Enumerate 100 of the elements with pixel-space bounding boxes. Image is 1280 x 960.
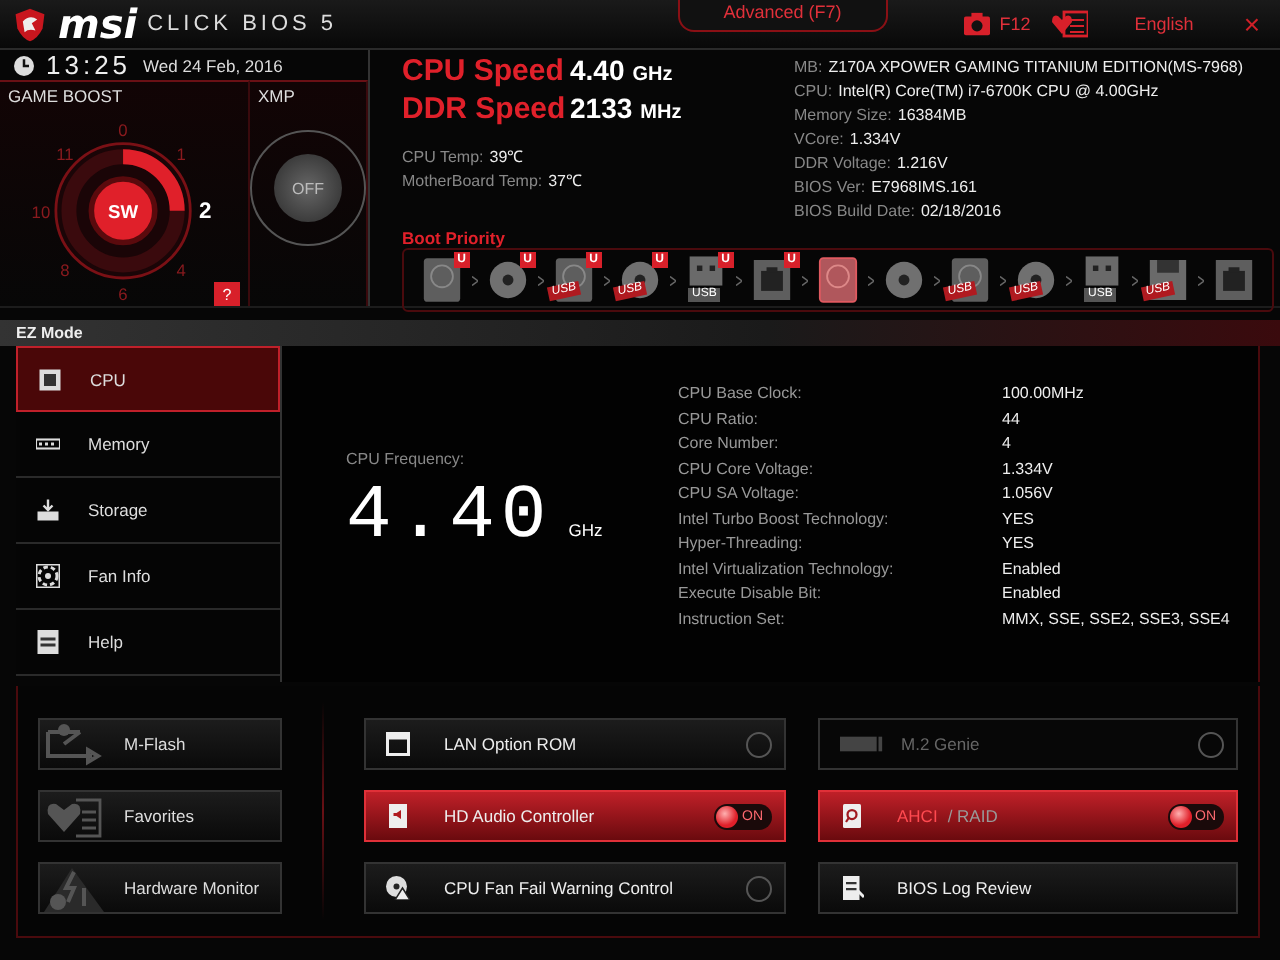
- info-label: MB:: [794, 56, 823, 80]
- dragon-shield-icon: [12, 5, 48, 43]
- chevron-icon: [1132, 275, 1138, 285]
- storage-icon: [36, 498, 60, 522]
- detail-value: 1.056V: [1002, 482, 1055, 506]
- detail-label: Core Number:: [678, 432, 781, 456]
- feature-label: HD Audio Controller: [444, 806, 595, 826]
- speed-unit: MHz: [640, 100, 682, 128]
- speed-value: 4.40: [570, 54, 625, 88]
- product-name: CLICK BIOS 5: [147, 12, 338, 36]
- feature-tile[interactable]: CPU Fan Fail Warning Control: [364, 862, 785, 914]
- disk-search-icon: [839, 804, 863, 828]
- chevron-icon: [1000, 275, 1006, 285]
- detail-label: CPU SA Voltage:: [678, 482, 801, 506]
- chevron-icon: [1198, 275, 1204, 285]
- info-value: Intel(R) Core(TM) i7-6700K CPU @ 4.00GHz: [838, 80, 1159, 104]
- feature-tile[interactable]: LAN Option ROM: [364, 718, 785, 770]
- brand-logo: msi: [58, 4, 138, 44]
- feature-label: CPU Fan Fail Warning Control: [444, 878, 673, 898]
- chevron-icon: [868, 275, 874, 285]
- sidebar-item[interactable]: CPU: [16, 346, 280, 412]
- network-port-icon[interactable]: [752, 256, 792, 304]
- detail-value: 1.334V: [1002, 457, 1055, 481]
- temp-label: MotherBoard Temp:: [402, 170, 543, 194]
- chevron-icon: [604, 275, 610, 285]
- memory-stick-icon: [36, 432, 60, 456]
- help-button[interactable]: ?: [214, 282, 240, 306]
- feature-tile[interactable]: BIOS Log Review: [817, 862, 1238, 914]
- detail-value: Enabled: [1002, 557, 1063, 581]
- detail-value: YES: [1002, 507, 1037, 531]
- info-value: 1.334V: [849, 128, 901, 152]
- toggle-switch[interactable]: [745, 731, 771, 757]
- panel-title: XMP: [256, 84, 297, 110]
- info-label: VCore:: [794, 128, 844, 152]
- network-port-icon: [386, 732, 410, 756]
- hard-drive-icon[interactable]: [818, 256, 858, 304]
- frequency-unit: GHz: [568, 520, 603, 540]
- info-label: Memory Size:: [794, 104, 892, 128]
- screenshot-key[interactable]: F12: [999, 14, 1031, 34]
- speaker-card-icon: [386, 804, 410, 828]
- info-value: 1.216V: [896, 152, 948, 176]
- chevron-icon: [802, 275, 808, 285]
- chevron-icon: [538, 275, 544, 285]
- speed-label: CPU Speed: [402, 54, 562, 88]
- feature-label-suffix: / RAID: [947, 806, 998, 826]
- detail-label: CPU Ratio:: [678, 407, 761, 431]
- boot-priority-title: Boot Priority: [402, 228, 507, 248]
- feature-label: BIOS Log Review: [897, 878, 1032, 898]
- frequency-label: CPU Frequency:: [346, 450, 467, 468]
- detail-label: CPU Base Clock:: [678, 382, 804, 406]
- camera-icon[interactable]: [963, 12, 990, 36]
- feature-label: M.2 Genie: [901, 734, 980, 754]
- dial-mark[interactable]: 2: [198, 200, 212, 225]
- info-label: BIOS Ver:: [794, 176, 866, 200]
- usb-key-icon[interactable]: [1082, 256, 1122, 286]
- close-button[interactable]: ×: [1235, 8, 1268, 40]
- fan-icon: [36, 564, 60, 588]
- info-value: 16384MB: [897, 104, 967, 128]
- clock-date: Wed 24 Feb, 2016: [143, 55, 283, 75]
- temp-value: 39℃: [489, 146, 524, 170]
- detail-label: Hyper-Threading:: [678, 532, 805, 556]
- usb-symbol-icon: [44, 720, 104, 768]
- tool-button[interactable]: Favorites: [38, 790, 282, 842]
- tool-button[interactable]: Hardware Monitor: [38, 862, 282, 914]
- detail-label: Instruction Set:: [678, 607, 787, 631]
- chevron-icon: [670, 275, 676, 285]
- chevron-icon: [1066, 275, 1072, 285]
- toggle-switch[interactable]: [745, 875, 771, 901]
- chevron-icon: [472, 275, 478, 285]
- chevron-icon: [934, 275, 940, 285]
- log-document-icon: [839, 876, 863, 900]
- detail-value: 4: [1002, 432, 1013, 456]
- temp-label: CPU Temp:: [402, 146, 484, 170]
- detail-value: YES: [1002, 532, 1037, 556]
- speed-label: DDR Speed: [402, 92, 562, 126]
- chevron-icon: [736, 275, 742, 285]
- detail-value: 100.00MHz: [1002, 382, 1086, 406]
- xmp-knob[interactable]: OFF: [274, 154, 342, 222]
- hotkey-icon: [36, 630, 60, 654]
- network-port-icon[interactable]: [1214, 256, 1254, 304]
- ez-mode-title: EZ Mode: [16, 324, 83, 342]
- advanced-mode-tab[interactable]: Advanced (F7): [677, 0, 888, 32]
- chip-icon: [38, 367, 62, 391]
- panel-title: GAME BOOST: [6, 84, 125, 110]
- info-value: Z170A XPOWER GAMING TITANIUM EDITION(MS-7968): [828, 56, 1244, 80]
- language-button[interactable]: English: [1126, 14, 1202, 34]
- tool-button[interactable]: M-Flash: [38, 718, 282, 770]
- heart-list-icon[interactable]: [1052, 10, 1089, 38]
- detail-value: MMX, SSE, SSE2, SSE3, SSE4: [1002, 607, 1230, 631]
- detail-value: 44: [1002, 407, 1022, 431]
- info-value: E7968IMS.161: [871, 176, 978, 200]
- fan-warning-icon: [386, 876, 410, 900]
- clock-time: 13:25: [46, 50, 132, 80]
- clock-icon: [14, 55, 34, 75]
- detail-label: Intel Virtualization Technology:: [678, 557, 896, 582]
- usb-key-icon[interactable]: [686, 256, 726, 286]
- temp-value: 37℃: [548, 170, 583, 194]
- detail-label: Execute Disable Bit:: [678, 582, 824, 606]
- feature-label: AHCI: [897, 806, 938, 826]
- m2-slot-icon: [839, 734, 883, 754]
